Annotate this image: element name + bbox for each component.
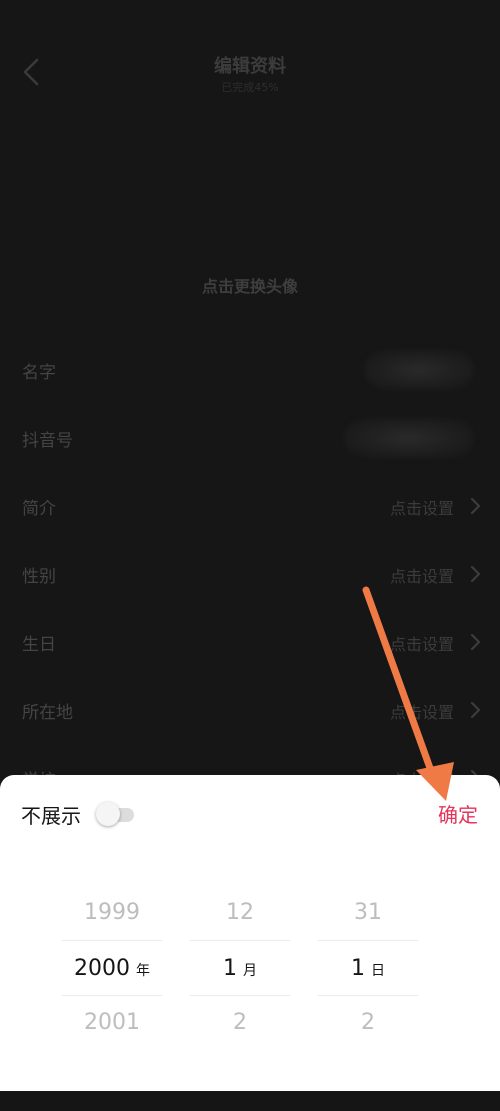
wheel-divider [190, 940, 290, 941]
day-wheel[interactable]: 31 1日 2 [318, 895, 418, 1045]
row-label: 生日 [22, 635, 56, 655]
wheel-item-prev: 12 [226, 900, 254, 925]
chevron-right-icon [470, 497, 481, 515]
row-value: 点击设置 [389, 499, 454, 518]
wheel-item-prev: 1999 [84, 900, 140, 925]
row-label: 名字 [22, 363, 56, 383]
hide-birthday-toggle[interactable] [96, 802, 136, 826]
toggle-knob [96, 802, 120, 826]
page-title: 编辑资料 [214, 56, 286, 77]
profile-row-name[interactable]: 名字 [0, 336, 500, 404]
wheel-item-selected: 2000 年 [62, 956, 162, 981]
wheel-item-next: 2001 [84, 1010, 140, 1035]
blurred-name-value [364, 350, 474, 390]
chevron-right-icon [470, 701, 481, 719]
chevron-right-icon [470, 565, 481, 583]
day-unit: 日 [371, 963, 385, 979]
wheel-divider [318, 995, 418, 996]
row-value: 点击设置 [389, 635, 454, 654]
wheel-item-selected: 1月 [190, 956, 290, 981]
change-avatar-button[interactable]: 点击更换头像 [0, 273, 500, 297]
page-subtitle: 已完成45% [221, 81, 279, 94]
profile-row-birthday[interactable]: 生日 点击设置 [0, 608, 500, 676]
wheel-item-selected: 1日 [318, 956, 418, 981]
wheel-item-next: 2 [233, 1010, 247, 1035]
confirm-button[interactable]: 确定 [438, 799, 478, 828]
year-wheel[interactable]: 1999 2000 年 2001 [62, 895, 162, 1045]
profile-row-douyin-id[interactable]: 抖音号 [0, 404, 500, 472]
wheel-item-prev: 31 [354, 900, 382, 925]
wheel-item-next: 2 [361, 1010, 375, 1035]
month-wheel[interactable]: 12 1月 2 [190, 895, 290, 1045]
row-label: 所在地 [22, 703, 73, 723]
wheel-divider [62, 940, 162, 941]
profile-row-location[interactable]: 所在地 点击设置 [0, 676, 500, 744]
hide-birthday-label: 不展示 [21, 804, 81, 828]
selected-year: 2000 [74, 956, 130, 981]
row-label: 性别 [22, 567, 56, 587]
blurred-douyin-id-value [344, 418, 474, 458]
bottom-strip [0, 1091, 500, 1111]
birthday-picker-sheet: 不展示 确定 1999 2000 年 2001 12 1月 2 31 1日 2 [0, 775, 500, 1091]
wheel-divider [62, 995, 162, 996]
selected-month: 1 [223, 956, 237, 981]
year-unit: 年 [136, 963, 150, 979]
selected-day: 1 [351, 956, 365, 981]
profile-row-gender[interactable]: 性别 点击设置 [0, 540, 500, 608]
profile-row-bio[interactable]: 简介 点击设置 [0, 472, 500, 540]
chevron-right-icon [470, 633, 481, 651]
top-bar: 编辑资料 已完成45% [0, 0, 500, 110]
wheel-divider [190, 995, 290, 996]
wheel-divider [318, 940, 418, 941]
row-value: 点击设置 [389, 703, 454, 722]
row-label: 抖音号 [22, 431, 73, 451]
row-label: 简介 [22, 499, 56, 519]
row-value: 点击设置 [389, 567, 454, 586]
month-unit: 月 [243, 963, 257, 979]
